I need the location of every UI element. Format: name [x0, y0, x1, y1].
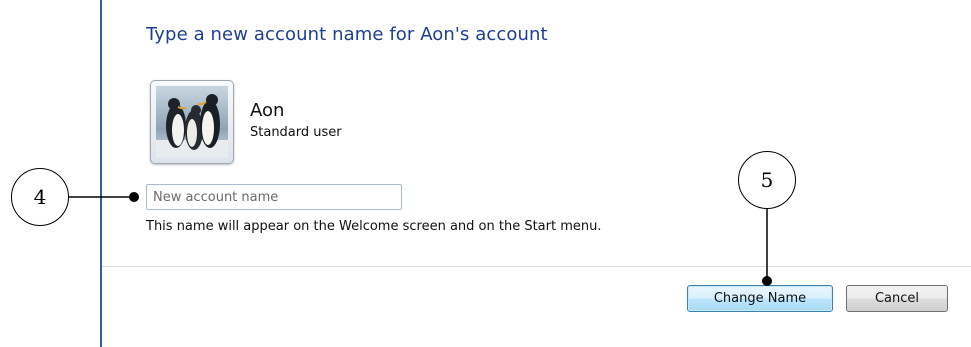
callout-leader-lines — [69, 192, 772, 286]
callout-marker-5: 5 — [738, 151, 796, 209]
callout-marker-4: 4 — [11, 168, 69, 226]
callout-4-dot — [129, 192, 139, 202]
callout-5-dot — [762, 276, 772, 286]
